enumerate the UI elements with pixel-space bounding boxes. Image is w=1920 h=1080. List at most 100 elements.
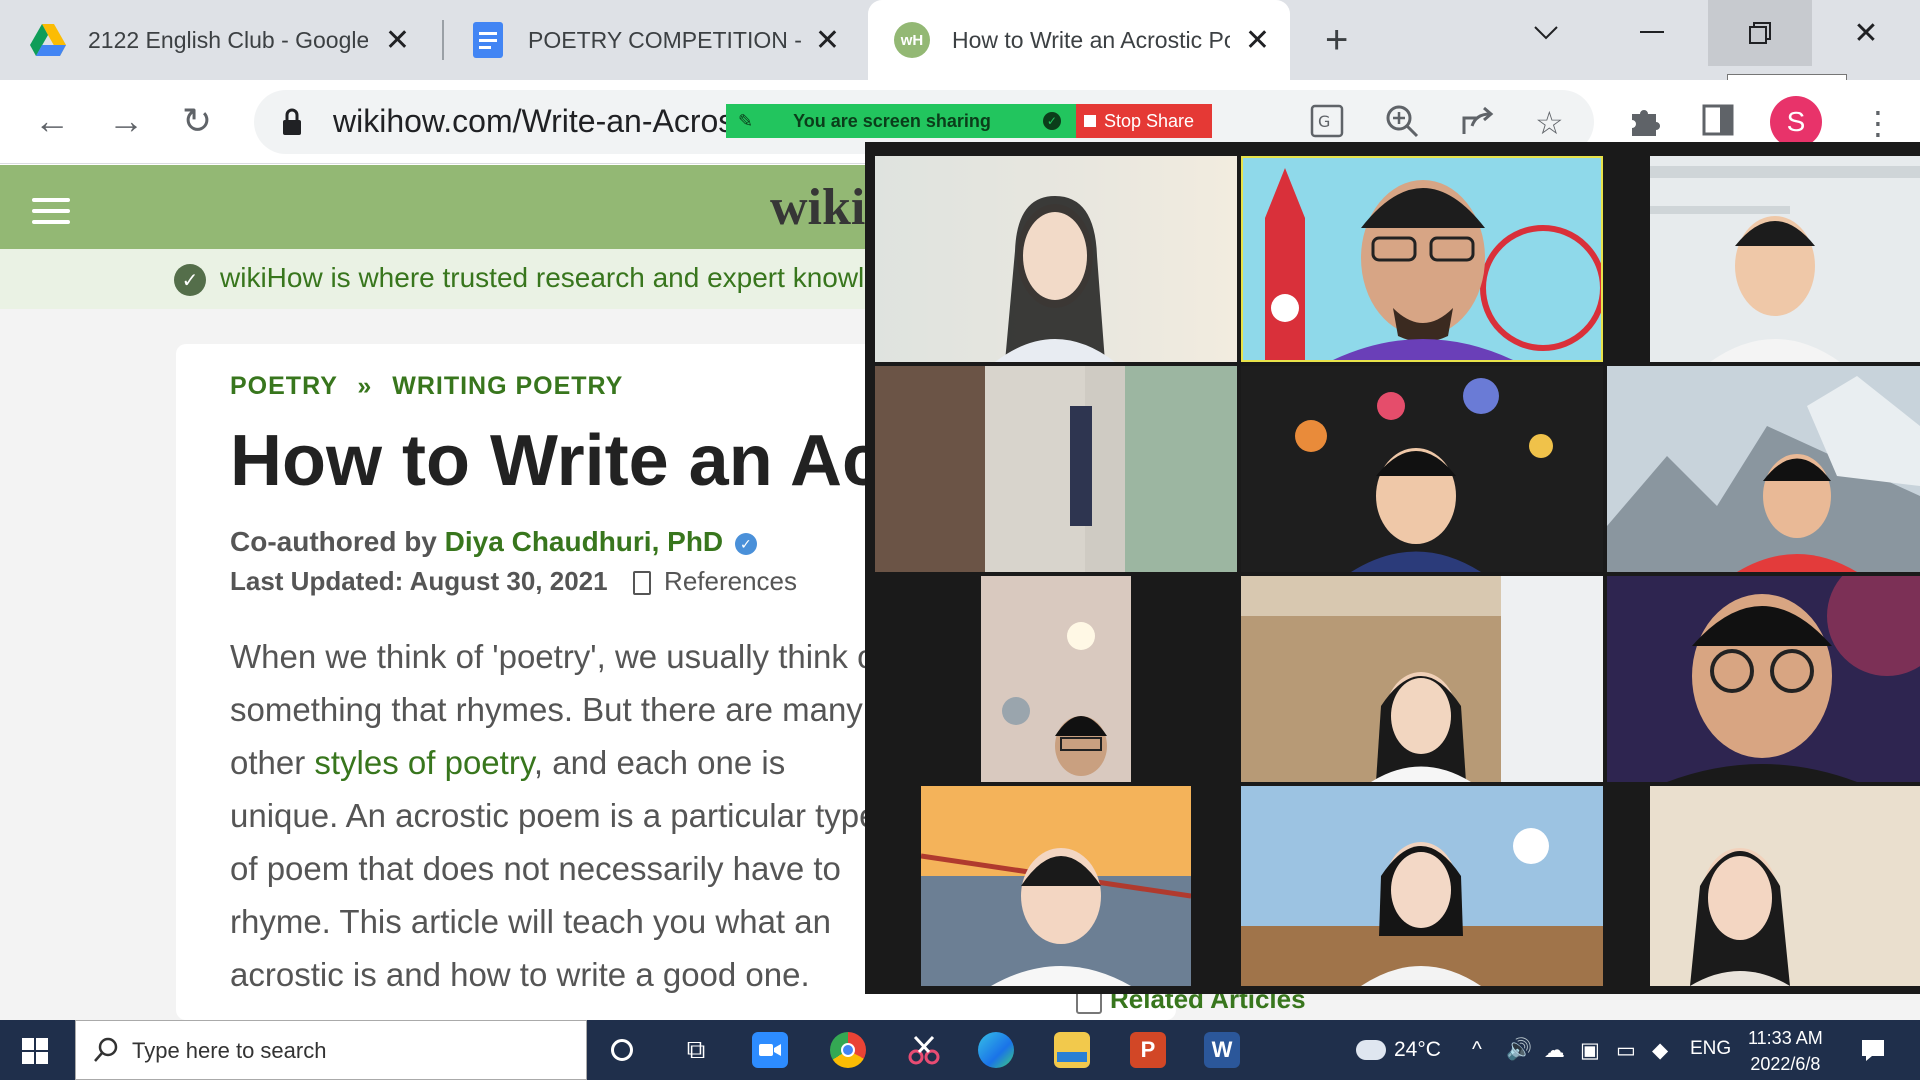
zoom-app-icon[interactable]: [752, 1032, 788, 1068]
updated-line: Last Updated: August 30, 2021 References: [230, 566, 797, 597]
coauthor-prefix: Co-authored by: [230, 526, 437, 557]
tab-label: POETRY COMPETITION - Google Docs: [528, 26, 806, 53]
tab-separator: [442, 20, 444, 60]
video-tile[interactable]: [921, 786, 1191, 986]
video-tile[interactable]: [875, 366, 1237, 572]
stop-share-label: Stop Share: [1104, 110, 1195, 131]
search-icon: [92, 1036, 120, 1069]
coauthor-line: Co-authored by Diya Chaudhuri, PhD ✓: [230, 526, 757, 558]
zoom-icon[interactable]: [1385, 104, 1419, 146]
lock-icon[interactable]: [282, 108, 302, 136]
pin-icon[interactable]: ✎: [738, 111, 753, 132]
tray-chevron-icon[interactable]: ^: [1472, 1038, 1482, 1062]
article-intro: When we think of 'poetry', we usually th…: [230, 630, 890, 1001]
tab-google-drive[interactable]: 2122 English Club - Google Drive ✕: [30, 0, 430, 80]
references-icon: [632, 571, 651, 596]
onedrive-icon[interactable]: ☁: [1544, 1038, 1565, 1063]
video-tile[interactable]: [1607, 366, 1920, 572]
screen-share-banner: ✎ You are screen sharing ✓: [726, 104, 1076, 138]
share-icon[interactable]: [1460, 104, 1496, 146]
video-tile[interactable]: [1241, 576, 1603, 782]
video-tile-active-speaker[interactable]: [1241, 156, 1603, 362]
profile-avatar[interactable]: S: [1770, 96, 1822, 148]
wikihow-icon: wH: [894, 22, 930, 58]
language-indicator[interactable]: ENG: [1690, 1038, 1731, 1060]
new-tab-button[interactable]: +: [1325, 18, 1348, 63]
clock-date: 2022/6/8: [1750, 1054, 1821, 1074]
participant-video: [1607, 376, 1920, 572]
close-icon[interactable]: ✕: [815, 23, 840, 58]
tab-wikihow-acrostic[interactable]: wH How to Write an Acrostic Poem ✕: [868, 0, 1290, 80]
close-icon[interactable]: ✕: [1245, 23, 1270, 58]
participant-video: [921, 786, 1191, 986]
more-menu-icon[interactable]: ⋮: [1862, 104, 1894, 142]
participant-video: [1690, 848, 1790, 986]
volume-icon[interactable]: 🔊: [1506, 1038, 1532, 1062]
battery-icon[interactable]: ▭: [1616, 1038, 1636, 1063]
weather-widget[interactable]: 24°C: [1356, 1038, 1441, 1062]
participant-video: [1243, 158, 1601, 360]
system-clock[interactable]: 11:33 AM 2022/6/8: [1748, 1025, 1823, 1077]
svg-text:G: G: [1318, 112, 1330, 131]
participant-video: [1241, 786, 1603, 986]
task-view-icon[interactable]: ⧉: [678, 1032, 714, 1068]
styles-of-poetry-link[interactable]: styles of poetry: [314, 744, 533, 781]
video-tile[interactable]: [1650, 156, 1920, 362]
screen-share-status: You are screen sharing: [793, 110, 991, 131]
zoom-video-gallery: [865, 142, 1920, 994]
references-link[interactable]: References: [664, 566, 797, 596]
breadcrumb: POETRY » WRITING POETRY: [230, 372, 623, 401]
hamburger-menu-icon[interactable]: [32, 198, 70, 224]
google-drive-icon: [30, 22, 66, 58]
side-panel-icon[interactable]: [1702, 104, 1734, 144]
breadcrumb-separator: »: [357, 372, 373, 400]
participant-video: [875, 366, 1237, 572]
video-tile[interactable]: [1241, 786, 1603, 986]
expert-verified-icon: ✓: [734, 532, 757, 555]
close-icon[interactable]: ✕: [385, 23, 410, 58]
windows-start-icon[interactable]: [22, 1038, 48, 1064]
participant-video: [1607, 576, 1920, 782]
clock-time: 11:33 AM: [1748, 1028, 1823, 1048]
dropbox-icon[interactable]: ◆: [1652, 1038, 1668, 1063]
back-arrow-icon[interactable]: ←: [34, 100, 70, 142]
close-window-button[interactable]: ✕: [1814, 0, 1918, 66]
edge-icon[interactable]: [978, 1032, 1014, 1068]
shield-check-icon: ✓: [1042, 112, 1061, 130]
translate-icon[interactable]: G: [1310, 104, 1344, 146]
video-tile[interactable]: [1241, 366, 1603, 572]
notification-icon[interactable]: [1860, 1038, 1886, 1068]
tab-google-docs[interactable]: POETRY COMPETITION - Google Docs ✕: [470, 0, 860, 80]
forward-arrow-icon[interactable]: →: [108, 100, 144, 142]
google-docs-icon: [470, 22, 506, 58]
video-tile[interactable]: [1607, 576, 1920, 782]
bookmark-star-icon[interactable]: ☆: [1535, 104, 1564, 142]
minimize-button[interactable]: [1600, 0, 1704, 66]
restore-down-button[interactable]: [1708, 0, 1812, 66]
breadcrumb-poetry[interactable]: POETRY: [230, 372, 337, 400]
snipping-tool-icon[interactable]: [906, 1032, 942, 1068]
weather-temperature: 24°C: [1394, 1038, 1441, 1061]
breadcrumb-writing-poetry[interactable]: WRITING POETRY: [392, 372, 623, 400]
video-tile[interactable]: [875, 156, 1237, 362]
search-placeholder: Type here to search: [132, 1038, 327, 1063]
video-tile[interactable]: [1650, 786, 1920, 986]
participant-video: [995, 196, 1115, 362]
extensions-icon[interactable]: [1628, 104, 1662, 146]
stop-icon: [1084, 115, 1096, 127]
chrome-icon[interactable]: [830, 1032, 866, 1068]
cortana-icon[interactable]: [604, 1032, 640, 1068]
url-text[interactable]: wikihow.com/Write-an-Acrostic-Poem: [333, 103, 733, 140]
tab-search-button[interactable]: [1494, 0, 1598, 66]
video-tile[interactable]: [981, 576, 1131, 782]
stop-share-button[interactable]: Stop Share: [1076, 104, 1212, 138]
powerpoint-icon[interactable]: P: [1130, 1032, 1166, 1068]
file-explorer-icon[interactable]: [1054, 1032, 1090, 1068]
network-icon[interactable]: ▣: [1580, 1038, 1600, 1063]
word-icon[interactable]: W: [1204, 1032, 1240, 1068]
author-link[interactable]: Diya Chaudhuri, PhD: [445, 526, 723, 557]
participant-video: [1650, 166, 1920, 362]
verified-check-icon: ✓: [174, 264, 206, 296]
intro-text-2: , and each one is unique. An acrostic po…: [230, 744, 878, 993]
reload-icon[interactable]: ↻: [182, 100, 212, 142]
